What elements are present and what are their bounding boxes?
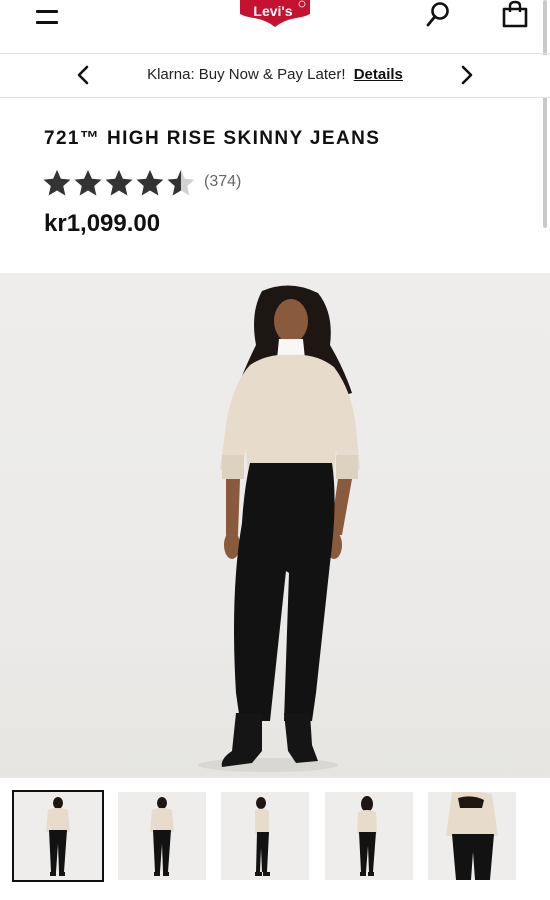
promo-text: Klarna: Buy Now & Pay Later! (147, 66, 346, 83)
star-icon (136, 169, 164, 196)
star-rating[interactable] (42, 168, 197, 198)
header-divider (0, 53, 550, 54)
star-icon (105, 169, 133, 196)
half-star-icon (167, 169, 195, 196)
thumbnail-side[interactable] (221, 792, 309, 880)
logo-text: Levi's (253, 3, 292, 19)
promo-details-link[interactable]: Details (354, 66, 403, 83)
thumbnail-back[interactable] (325, 792, 413, 880)
review-count-link[interactable]: (374) (204, 173, 241, 191)
menu-line (36, 21, 58, 24)
thumbnail-back-closeup[interactable] (428, 792, 516, 880)
shopping-bag-icon[interactable] (500, 0, 530, 30)
product-title: 721™ HIGH RISE SKINNY JEANS (44, 128, 381, 149)
levis-logo[interactable]: Levi's (238, 0, 312, 30)
chevron-right-icon[interactable] (454, 63, 478, 87)
menu-line (36, 10, 58, 13)
star-icon (74, 169, 102, 196)
thumbnail-front[interactable] (118, 792, 206, 880)
search-icon[interactable] (424, 0, 454, 30)
star-icon (43, 169, 71, 196)
product-main-image[interactable] (0, 273, 550, 778)
promo-banner: Klarna: Buy Now & Pay Later! Details (0, 55, 550, 97)
top-navigation-bar: Levi's (0, 0, 550, 52)
thumbnail-gallery (0, 790, 550, 886)
page-scrollbar[interactable] (543, 0, 547, 228)
hamburger-menu-icon[interactable] (36, 6, 60, 26)
promo-divider (0, 97, 550, 98)
thumbnail-front-selected[interactable] (12, 790, 104, 882)
product-price: kr1,099.00 (44, 210, 161, 237)
